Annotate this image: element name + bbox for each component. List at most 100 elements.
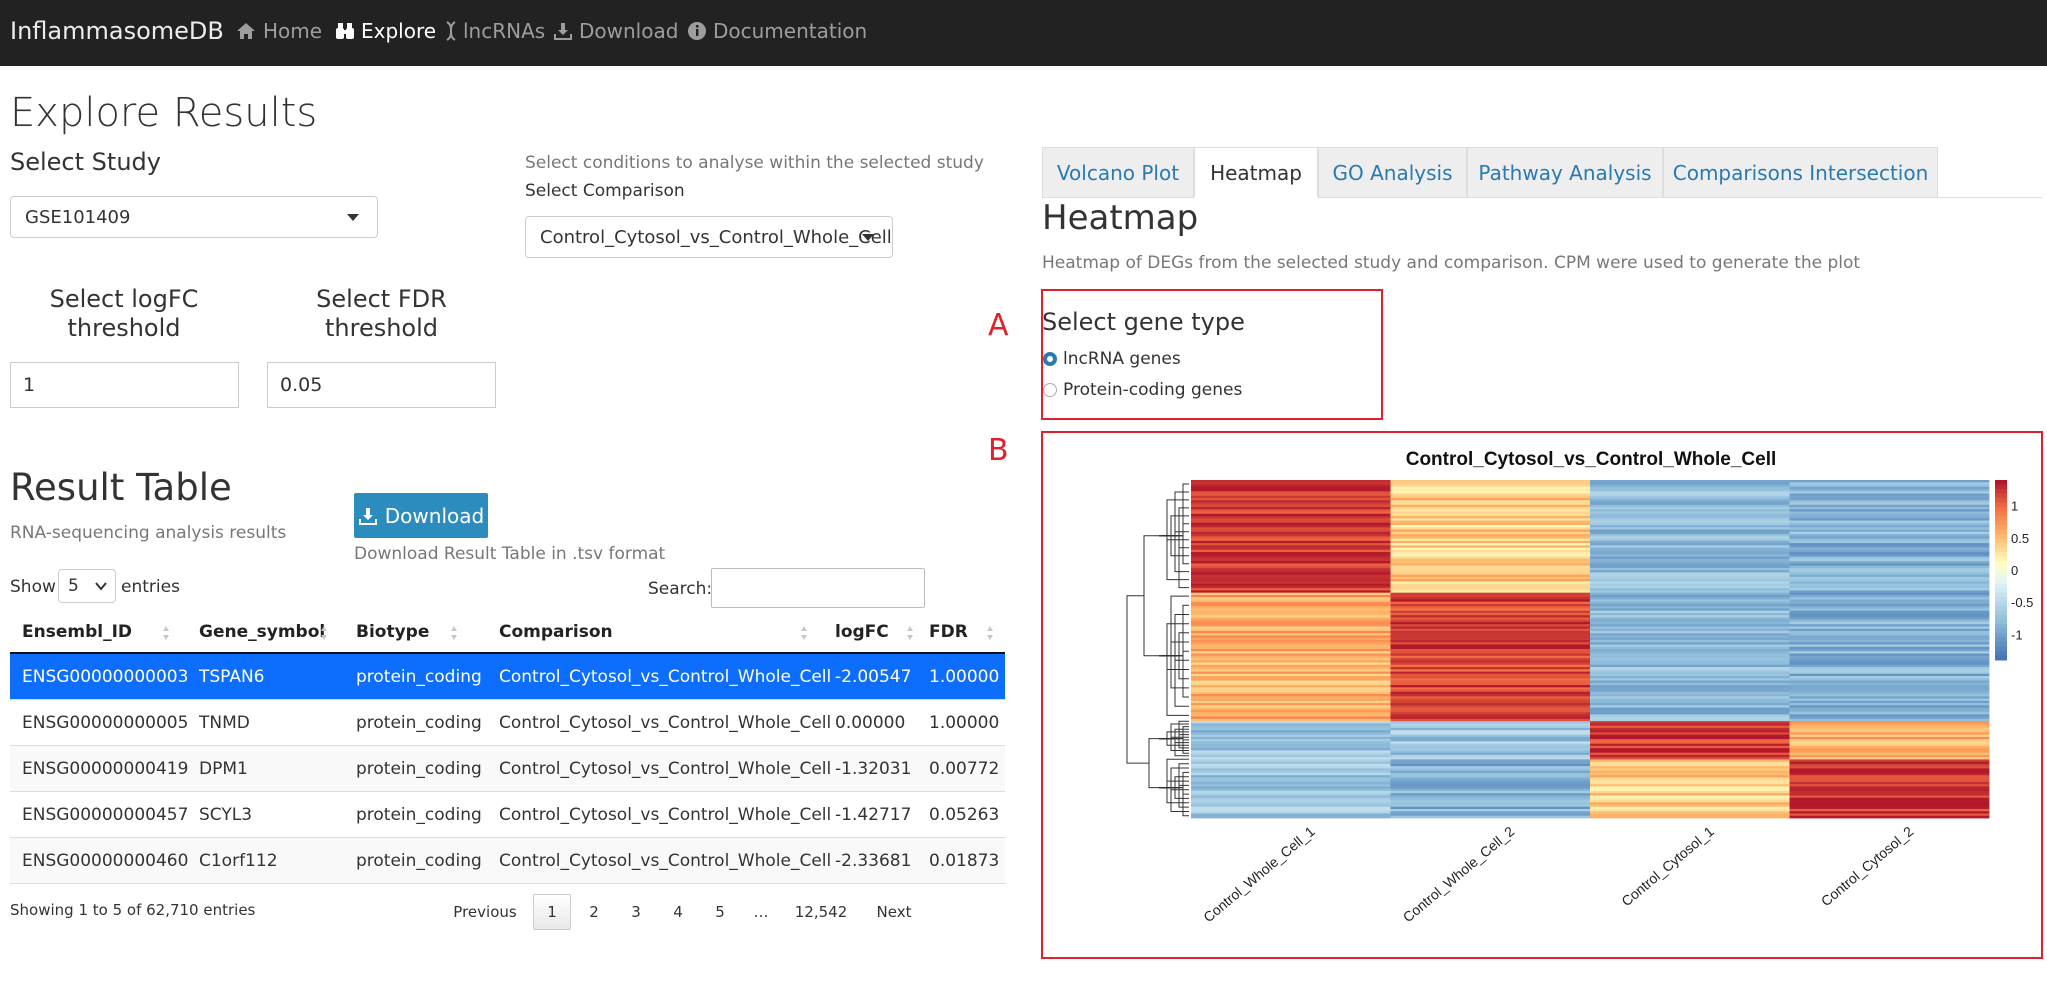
colorbar-segment: [1995, 610, 2007, 616]
radio-protein-coding[interactable]: Protein-coding genes: [1043, 380, 1242, 400]
comparison-select[interactable]: Control_Cytosol_vs_Control_Whole_Cell: [525, 216, 893, 258]
heatmap-cell: [1789, 779, 1990, 783]
pagination-page[interactable]: 5: [701, 894, 739, 930]
cell-logfc: -1.32031: [835, 759, 912, 779]
sort-icon: [987, 626, 994, 640]
col-fdr[interactable]: FDR: [929, 622, 968, 642]
nav-explore[interactable]: Explore: [335, 19, 436, 43]
pagination-page[interactable]: 2: [575, 894, 613, 930]
tab-comparisons-intersection[interactable]: Comparisons Intersection: [1663, 147, 1938, 198]
heatmap-cell: [1191, 685, 1391, 688]
tab-heatmap[interactable]: Heatmap: [1194, 147, 1318, 198]
download-hint: Download Result Table in .tsv format: [354, 544, 666, 564]
nav-home-label: Home: [263, 19, 323, 43]
heatmap-cell: [1590, 766, 1790, 769]
heatmap-cell: [1789, 678, 1990, 681]
download-button[interactable]: Download: [354, 493, 488, 538]
heatmap-cell: [1590, 779, 1790, 783]
tab-go-analysis[interactable]: GO Analysis: [1318, 147, 1467, 198]
cell-comparison: Control_Cytosol_vs_Control_Whole_Cell: [499, 805, 832, 825]
nav-lncrnas[interactable]: lncRNAs: [445, 19, 545, 43]
brand-logo[interactable]: InflammasomeDB: [10, 17, 224, 45]
pagination-page[interactable]: 1: [533, 894, 571, 930]
col-biotype[interactable]: Biotype: [356, 622, 429, 642]
heatmap-cell: [1390, 482, 1591, 485]
cell-gene-symbol: DPM1: [199, 759, 248, 779]
heatmap-cell: [1390, 603, 1591, 607]
radio-button[interactable]: [1043, 383, 1057, 397]
pagination-page[interactable]: 4: [659, 894, 697, 930]
fdr-input[interactable]: 0.05: [267, 362, 496, 408]
dendrogram-branch: [1159, 655, 1189, 680]
radio-button-checked[interactable]: [1043, 352, 1057, 366]
heatmap-cell: [1191, 516, 1391, 519]
table-row[interactable]: ENSG00000000419 DPM1 protein_coding Cont…: [10, 746, 1005, 792]
table-row[interactable]: ENSG00000000003 TSPAN6 protein_coding Co…: [10, 654, 1005, 700]
col-ensembl-id[interactable]: Ensembl_ID: [22, 622, 132, 642]
heatmap-cell: [1590, 658, 1790, 661]
heatmap-cell: [1191, 813, 1391, 817]
heatmap-cell: [1789, 590, 1990, 594]
heatmap-cell: [1390, 651, 1591, 654]
pagination-next[interactable]: Next: [864, 894, 924, 930]
heatmap-cell: [1390, 556, 1591, 560]
heatmap-cell: [1789, 772, 1990, 776]
row-dendrogram: [1126, 483, 1189, 817]
heatmap-cell: [1590, 563, 1790, 567]
colorbar-segment: [1995, 520, 2007, 526]
binoculars-icon: [336, 23, 354, 39]
heatmap-cell: [1789, 556, 1990, 560]
annotation-a: A: [988, 308, 1009, 343]
entries-select[interactable]: 5: [58, 569, 116, 603]
logfc-input[interactable]: 1: [10, 362, 239, 408]
nav-download[interactable]: Download: [553, 19, 678, 43]
heatmap-cell: [1590, 590, 1790, 594]
radio-lncrna[interactable]: lncRNA genes: [1043, 349, 1181, 369]
col-gene-symbol[interactable]: Gene_symbol: [199, 622, 325, 642]
heatmap-cell: [1789, 752, 1990, 756]
table-row[interactable]: ENSG00000000460 C1orf112 protein_coding …: [10, 838, 1005, 884]
heatmap-cell: [1590, 793, 1790, 796]
heatmap-cell: [1390, 576, 1591, 580]
search-input[interactable]: [711, 568, 925, 608]
heatmap-cell: [1390, 624, 1591, 627]
colorbar-segment: [1995, 489, 2007, 494]
heatmap-cell: [1590, 732, 1790, 736]
tab-volcano-plot[interactable]: Volcano Plot: [1042, 147, 1194, 198]
heatmap-cell: [1390, 772, 1591, 776]
colorbar-segment: [1995, 615, 2007, 620]
tab-pathway-analysis[interactable]: Pathway Analysis: [1467, 147, 1663, 198]
heatmap-cell: [1390, 630, 1591, 634]
heatmap-cell: [1390, 698, 1591, 702]
heatmap-cell: [1390, 745, 1591, 749]
col-logfc[interactable]: logFC: [835, 622, 889, 642]
heatmap-cell: [1191, 678, 1391, 681]
col-comparison[interactable]: Comparison: [499, 622, 613, 642]
heatmap-cell: [1789, 739, 1990, 742]
cell-biotype: protein_coding: [356, 759, 482, 779]
heatmap-cell: [1590, 624, 1790, 627]
pagination-page[interactable]: 12,542: [787, 894, 855, 930]
heatmap-cell: [1390, 759, 1591, 763]
heatmap-cell: [1191, 543, 1391, 546]
heatmap-cell: [1789, 482, 1990, 485]
heatmap-cell: [1390, 813, 1591, 817]
show-label: Show: [10, 577, 56, 597]
pagination-page[interactable]: 3: [617, 894, 655, 930]
pagination-previous[interactable]: Previous: [448, 894, 522, 930]
table-row[interactable]: ENSG00000000005 TNMD protein_coding Cont…: [10, 700, 1005, 746]
dendrogram-branch: [1159, 738, 1189, 754]
heatmap-cell: [1191, 786, 1391, 790]
colorbar-segment: [1995, 561, 2007, 566]
heatmap-cell: [1590, 482, 1790, 485]
dendrogram-branch: [1159, 535, 1189, 581]
nav-documentation[interactable]: Documentation: [687, 19, 867, 43]
colorbar-segment: [1995, 583, 2007, 589]
heatmap-cell: [1191, 637, 1391, 641]
sort-icon: [907, 626, 914, 640]
study-select[interactable]: GSE101409: [10, 196, 378, 238]
table-row[interactable]: ENSG00000000457 SCYL3 protein_coding Con…: [10, 792, 1005, 838]
nav-home[interactable]: Home: [235, 19, 322, 43]
heatmap-cell: [1390, 806, 1591, 810]
dendrogram-branch: [1159, 535, 1189, 557]
